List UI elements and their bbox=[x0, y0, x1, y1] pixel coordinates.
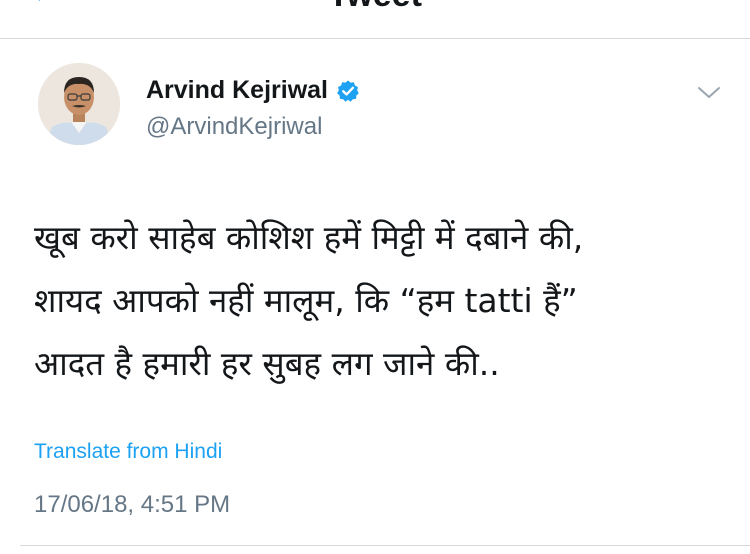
tweet-text-line: खूब करो साहेब कोशिश हमें मिट्टी में दबान… bbox=[34, 218, 584, 257]
nav-bar: Tweet bbox=[0, 0, 750, 39]
avatar-image bbox=[38, 63, 120, 145]
avatar[interactable] bbox=[38, 63, 120, 145]
tweet-text-line: शायद आपको नहीं मालूम, कि “हम tatti हैं” bbox=[34, 281, 578, 320]
tweet-text: खूब करो साहेब कोशिश हमें मिट्टी में दबान… bbox=[34, 206, 724, 395]
author-handle[interactable]: @ArvindKejriwal bbox=[146, 113, 322, 141]
page-title: Tweet bbox=[0, 0, 750, 15]
chevron-down-icon[interactable] bbox=[697, 85, 721, 101]
tweet-text-line: आदत है हमारी हर सुबह लग जाने की.. bbox=[34, 344, 500, 383]
timestamp: 17/06/18, 4:51 PM bbox=[34, 491, 231, 518]
author-name-text[interactable]: Arvind Kejriwal bbox=[146, 76, 328, 105]
divider bbox=[20, 545, 750, 546]
verified-badge-icon bbox=[337, 80, 359, 102]
author-name[interactable]: Arvind Kejriwal bbox=[146, 76, 360, 105]
translate-link[interactable]: Translate from Hindi bbox=[34, 440, 222, 464]
